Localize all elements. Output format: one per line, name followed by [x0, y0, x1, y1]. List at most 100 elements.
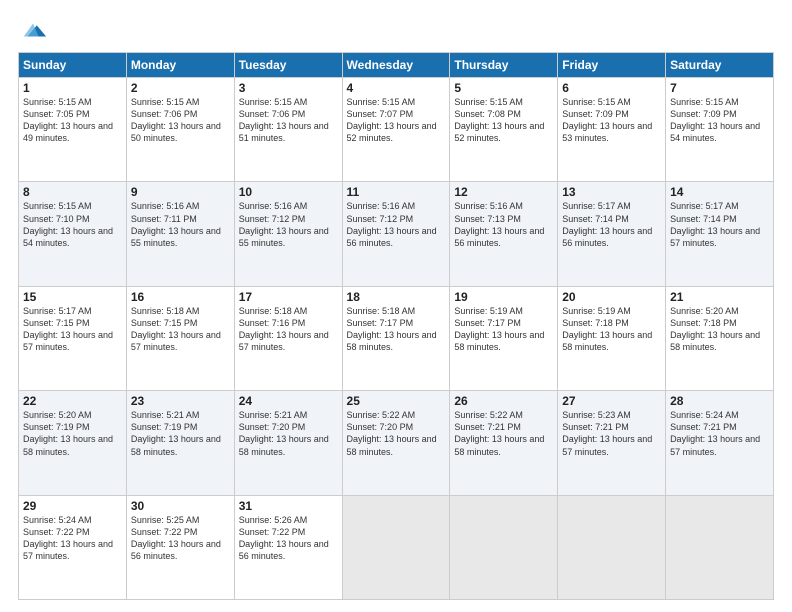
header-cell-tuesday: Tuesday: [234, 53, 342, 78]
header-cell-saturday: Saturday: [666, 53, 774, 78]
day-number: 2: [131, 81, 230, 95]
day-number: 25: [347, 394, 446, 408]
week-row-2: 15Sunrise: 5:17 AMSunset: 7:15 PMDayligh…: [19, 286, 774, 390]
day-number: 10: [239, 185, 338, 199]
header-cell-friday: Friday: [558, 53, 666, 78]
day-content: Sunrise: 5:18 AMSunset: 7:17 PMDaylight:…: [347, 305, 446, 354]
day-cell: 10Sunrise: 5:16 AMSunset: 7:12 PMDayligh…: [234, 182, 342, 286]
day-cell: 22Sunrise: 5:20 AMSunset: 7:19 PMDayligh…: [19, 391, 127, 495]
header-cell-wednesday: Wednesday: [342, 53, 450, 78]
day-cell: 24Sunrise: 5:21 AMSunset: 7:20 PMDayligh…: [234, 391, 342, 495]
day-cell: 17Sunrise: 5:18 AMSunset: 7:16 PMDayligh…: [234, 286, 342, 390]
day-content: Sunrise: 5:20 AMSunset: 7:19 PMDaylight:…: [23, 409, 122, 458]
day-number: 7: [670, 81, 769, 95]
header-cell-sunday: Sunday: [19, 53, 127, 78]
day-content: Sunrise: 5:18 AMSunset: 7:15 PMDaylight:…: [131, 305, 230, 354]
day-number: 14: [670, 185, 769, 199]
day-content: Sunrise: 5:15 AMSunset: 7:06 PMDaylight:…: [131, 96, 230, 145]
header: [18, 16, 774, 44]
day-number: 15: [23, 290, 122, 304]
day-content: Sunrise: 5:17 AMSunset: 7:14 PMDaylight:…: [670, 200, 769, 249]
day-number: 11: [347, 185, 446, 199]
day-number: 13: [562, 185, 661, 199]
day-content: Sunrise: 5:16 AMSunset: 7:13 PMDaylight:…: [454, 200, 553, 249]
day-content: Sunrise: 5:15 AMSunset: 7:09 PMDaylight:…: [562, 96, 661, 145]
day-number: 9: [131, 185, 230, 199]
day-cell: [450, 495, 558, 599]
day-content: Sunrise: 5:26 AMSunset: 7:22 PMDaylight:…: [239, 514, 338, 563]
day-cell: 26Sunrise: 5:22 AMSunset: 7:21 PMDayligh…: [450, 391, 558, 495]
day-number: 28: [670, 394, 769, 408]
day-content: Sunrise: 5:16 AMSunset: 7:12 PMDaylight:…: [347, 200, 446, 249]
day-number: 20: [562, 290, 661, 304]
day-number: 21: [670, 290, 769, 304]
day-number: 8: [23, 185, 122, 199]
day-cell: 11Sunrise: 5:16 AMSunset: 7:12 PMDayligh…: [342, 182, 450, 286]
calendar-table: SundayMondayTuesdayWednesdayThursdayFrid…: [18, 52, 774, 600]
day-cell: 21Sunrise: 5:20 AMSunset: 7:18 PMDayligh…: [666, 286, 774, 390]
day-cell: 23Sunrise: 5:21 AMSunset: 7:19 PMDayligh…: [126, 391, 234, 495]
day-content: Sunrise: 5:19 AMSunset: 7:17 PMDaylight:…: [454, 305, 553, 354]
day-number: 16: [131, 290, 230, 304]
day-content: Sunrise: 5:24 AMSunset: 7:22 PMDaylight:…: [23, 514, 122, 563]
day-content: Sunrise: 5:15 AMSunset: 7:10 PMDaylight:…: [23, 200, 122, 249]
day-content: Sunrise: 5:16 AMSunset: 7:12 PMDaylight:…: [239, 200, 338, 249]
day-content: Sunrise: 5:18 AMSunset: 7:16 PMDaylight:…: [239, 305, 338, 354]
day-cell: 27Sunrise: 5:23 AMSunset: 7:21 PMDayligh…: [558, 391, 666, 495]
day-cell: 15Sunrise: 5:17 AMSunset: 7:15 PMDayligh…: [19, 286, 127, 390]
day-cell: 1Sunrise: 5:15 AMSunset: 7:05 PMDaylight…: [19, 78, 127, 182]
day-number: 30: [131, 499, 230, 513]
day-cell: 28Sunrise: 5:24 AMSunset: 7:21 PMDayligh…: [666, 391, 774, 495]
day-content: Sunrise: 5:15 AMSunset: 7:05 PMDaylight:…: [23, 96, 122, 145]
day-content: Sunrise: 5:22 AMSunset: 7:21 PMDaylight:…: [454, 409, 553, 458]
day-number: 3: [239, 81, 338, 95]
day-number: 22: [23, 394, 122, 408]
day-number: 27: [562, 394, 661, 408]
day-content: Sunrise: 5:19 AMSunset: 7:18 PMDaylight:…: [562, 305, 661, 354]
day-cell: [666, 495, 774, 599]
day-cell: 25Sunrise: 5:22 AMSunset: 7:20 PMDayligh…: [342, 391, 450, 495]
day-number: 5: [454, 81, 553, 95]
header-cell-monday: Monday: [126, 53, 234, 78]
day-cell: 2Sunrise: 5:15 AMSunset: 7:06 PMDaylight…: [126, 78, 234, 182]
day-cell: 16Sunrise: 5:18 AMSunset: 7:15 PMDayligh…: [126, 286, 234, 390]
day-content: Sunrise: 5:17 AMSunset: 7:14 PMDaylight:…: [562, 200, 661, 249]
day-content: Sunrise: 5:15 AMSunset: 7:06 PMDaylight:…: [239, 96, 338, 145]
day-cell: [558, 495, 666, 599]
day-content: Sunrise: 5:21 AMSunset: 7:20 PMDaylight:…: [239, 409, 338, 458]
day-number: 31: [239, 499, 338, 513]
page: SundayMondayTuesdayWednesdayThursdayFrid…: [0, 0, 792, 612]
day-cell: 29Sunrise: 5:24 AMSunset: 7:22 PMDayligh…: [19, 495, 127, 599]
day-content: Sunrise: 5:15 AMSunset: 7:07 PMDaylight:…: [347, 96, 446, 145]
day-number: 23: [131, 394, 230, 408]
day-cell: 13Sunrise: 5:17 AMSunset: 7:14 PMDayligh…: [558, 182, 666, 286]
day-content: Sunrise: 5:20 AMSunset: 7:18 PMDaylight:…: [670, 305, 769, 354]
day-cell: 6Sunrise: 5:15 AMSunset: 7:09 PMDaylight…: [558, 78, 666, 182]
logo-icon: [20, 16, 48, 44]
day-cell: 18Sunrise: 5:18 AMSunset: 7:17 PMDayligh…: [342, 286, 450, 390]
day-content: Sunrise: 5:24 AMSunset: 7:21 PMDaylight:…: [670, 409, 769, 458]
day-cell: 4Sunrise: 5:15 AMSunset: 7:07 PMDaylight…: [342, 78, 450, 182]
header-cell-thursday: Thursday: [450, 53, 558, 78]
week-row-1: 8Sunrise: 5:15 AMSunset: 7:10 PMDaylight…: [19, 182, 774, 286]
day-cell: 30Sunrise: 5:25 AMSunset: 7:22 PMDayligh…: [126, 495, 234, 599]
day-number: 17: [239, 290, 338, 304]
day-content: Sunrise: 5:25 AMSunset: 7:22 PMDaylight:…: [131, 514, 230, 563]
day-number: 19: [454, 290, 553, 304]
day-content: Sunrise: 5:22 AMSunset: 7:20 PMDaylight:…: [347, 409, 446, 458]
day-content: Sunrise: 5:16 AMSunset: 7:11 PMDaylight:…: [131, 200, 230, 249]
day-cell: 9Sunrise: 5:16 AMSunset: 7:11 PMDaylight…: [126, 182, 234, 286]
day-content: Sunrise: 5:15 AMSunset: 7:09 PMDaylight:…: [670, 96, 769, 145]
day-cell: 8Sunrise: 5:15 AMSunset: 7:10 PMDaylight…: [19, 182, 127, 286]
day-number: 29: [23, 499, 122, 513]
day-cell: 20Sunrise: 5:19 AMSunset: 7:18 PMDayligh…: [558, 286, 666, 390]
day-cell: 5Sunrise: 5:15 AMSunset: 7:08 PMDaylight…: [450, 78, 558, 182]
day-number: 6: [562, 81, 661, 95]
day-cell: [342, 495, 450, 599]
day-cell: 3Sunrise: 5:15 AMSunset: 7:06 PMDaylight…: [234, 78, 342, 182]
day-cell: 19Sunrise: 5:19 AMSunset: 7:17 PMDayligh…: [450, 286, 558, 390]
day-cell: 14Sunrise: 5:17 AMSunset: 7:14 PMDayligh…: [666, 182, 774, 286]
day-number: 24: [239, 394, 338, 408]
day-content: Sunrise: 5:15 AMSunset: 7:08 PMDaylight:…: [454, 96, 553, 145]
week-row-0: 1Sunrise: 5:15 AMSunset: 7:05 PMDaylight…: [19, 78, 774, 182]
